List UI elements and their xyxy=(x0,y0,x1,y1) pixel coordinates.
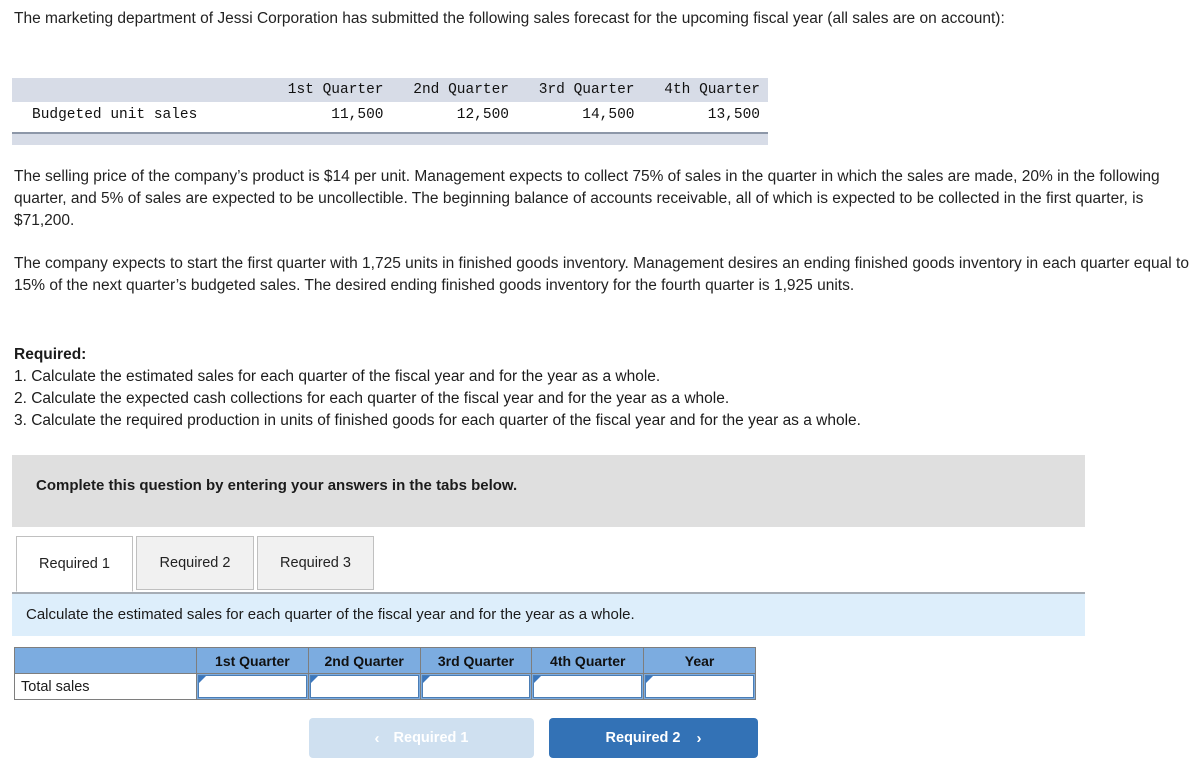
tab-required-2-label: Required 2 xyxy=(159,555,231,571)
budget-value-q3: 14,500 xyxy=(517,102,643,128)
complete-question-text: Complete this question by entering your … xyxy=(36,477,518,494)
answer-table-header-row: 1st Quarter 2nd Quarter 3rd Quarter 4th … xyxy=(14,647,756,674)
required-item-2: 2. Calculate the expected cash collectio… xyxy=(14,390,730,407)
answer-col-q3: 3rd Quarter xyxy=(419,647,533,674)
navigation-buttons: ‹ Required 1 Required 2 › xyxy=(0,718,1200,760)
instruction-text: Calculate the estimated sales for each q… xyxy=(26,606,635,623)
total-sales-input-year[interactable] xyxy=(645,675,754,698)
answer-col-q2: 2nd Quarter xyxy=(307,647,421,674)
answer-table: 1st Quarter 2nd Quarter 3rd Quarter 4th … xyxy=(14,647,756,700)
budget-table-header-row: 1st Quarter 2nd Quarter 3rd Quarter 4th … xyxy=(12,78,768,102)
budget-table-footer-bar xyxy=(12,132,768,145)
total-sales-input-q4[interactable] xyxy=(533,675,643,698)
required-block: Required: 1. Calculate the estimated sal… xyxy=(14,344,1174,432)
table-row: Budgeted unit sales 11,500 12,500 14,500… xyxy=(12,102,768,128)
tab-required-1-label: Required 1 xyxy=(39,556,110,572)
selling-price-paragraph: The selling price of the company’s produ… xyxy=(14,168,1160,229)
budget-table-col-q3: 3rd Quarter xyxy=(517,78,643,102)
answer-table-corner xyxy=(14,647,197,674)
total-sales-input-q1[interactable] xyxy=(198,675,307,698)
required-item-3: 3. Calculate the required production in … xyxy=(14,412,861,429)
answer-cell-wrap-q4 xyxy=(531,673,645,700)
instruction-bar: Calculate the estimated sales for each q… xyxy=(12,592,1085,636)
total-sales-input-q2[interactable] xyxy=(309,675,419,698)
required-heading: Required: xyxy=(14,346,87,363)
tab-required-2[interactable]: Required 2 xyxy=(136,536,254,590)
answer-col-q4: 4th Quarter xyxy=(531,647,645,674)
table-row: Total sales xyxy=(14,673,756,700)
tab-required-1[interactable]: Required 1 xyxy=(16,536,133,592)
budget-value-q4: 13,500 xyxy=(642,102,768,128)
tab-required-3[interactable]: Required 3 xyxy=(257,536,374,590)
budget-table-col-q4: 4th Quarter xyxy=(642,78,768,102)
previous-required-label: Required 1 xyxy=(393,730,469,746)
answer-col-q1: 1st Quarter xyxy=(196,647,309,674)
budget-table-corner xyxy=(12,78,266,102)
previous-required-button[interactable]: ‹ Required 1 xyxy=(309,718,534,758)
chevron-left-icon: ‹ xyxy=(374,729,380,747)
next-required-button[interactable]: Required 2 › xyxy=(549,718,758,758)
answer-row-label-total-sales: Total sales xyxy=(14,673,197,700)
answer-col-year: Year xyxy=(643,647,756,674)
answer-cell-wrap-q1 xyxy=(196,673,309,700)
inventory-paragraph: The company expects to start the first q… xyxy=(14,255,1189,294)
budget-table-col-q1: 1st Quarter xyxy=(266,78,392,102)
budget-value-q1: 11,500 xyxy=(266,102,392,128)
budget-table-col-q2: 2nd Quarter xyxy=(391,78,517,102)
chevron-right-icon: › xyxy=(696,729,702,747)
budget-row-label: Budgeted unit sales xyxy=(12,102,266,128)
tab-required-3-label: Required 3 xyxy=(280,555,351,571)
complete-question-banner: Complete this question by entering your … xyxy=(12,455,1085,527)
budgeted-unit-sales-table: 1st Quarter 2nd Quarter 3rd Quarter 4th … xyxy=(12,78,768,145)
answer-cell-wrap-year xyxy=(643,673,756,700)
total-sales-input-q3[interactable] xyxy=(421,675,531,698)
answer-cell-wrap-q2 xyxy=(307,673,421,700)
required-item-1: 1. Calculate the estimated sales for eac… xyxy=(14,368,661,385)
answer-cell-wrap-q3 xyxy=(419,673,533,700)
intro-paragraph: The marketing department of Jessi Corpor… xyxy=(14,10,1005,27)
next-required-label: Required 2 xyxy=(605,730,681,746)
budget-value-q2: 12,500 xyxy=(391,102,517,128)
